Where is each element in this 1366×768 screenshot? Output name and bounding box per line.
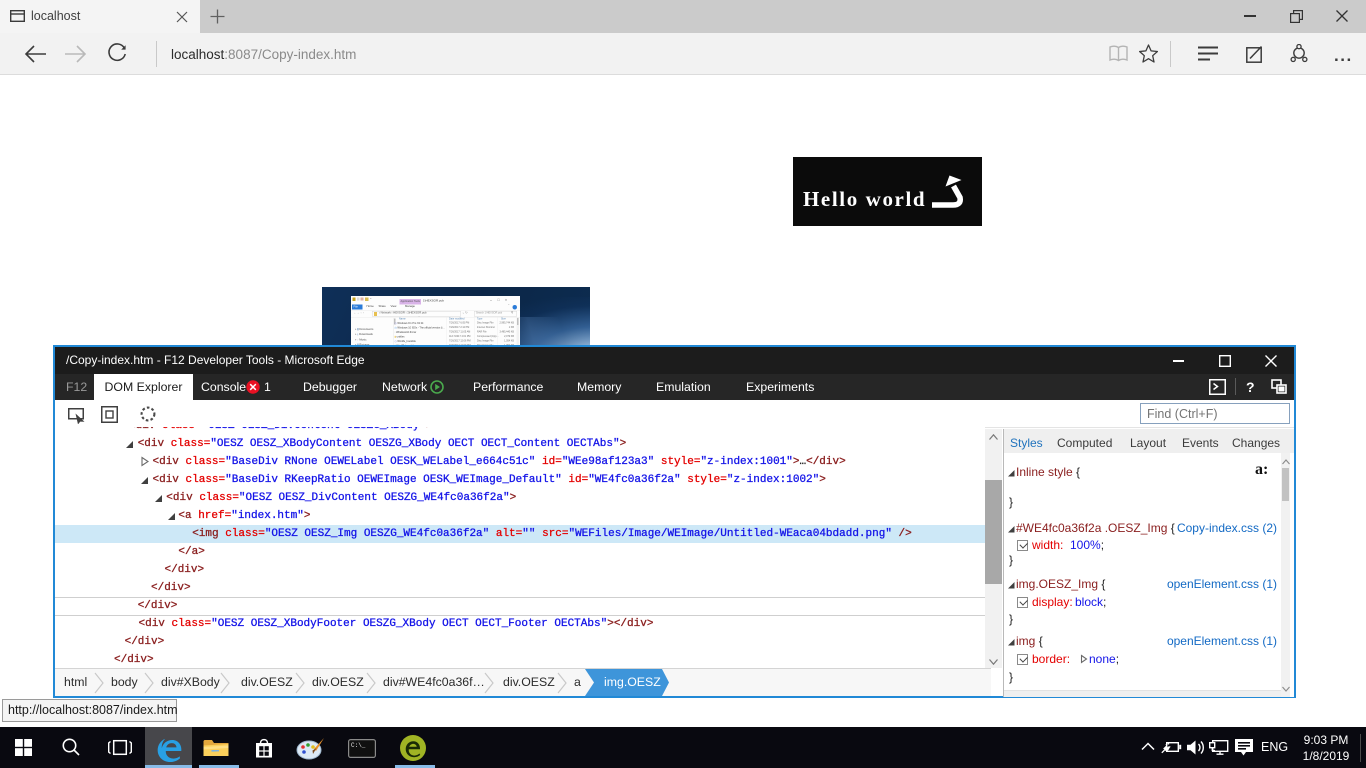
svg-text:C:\_: C:\_ bbox=[351, 742, 366, 749]
